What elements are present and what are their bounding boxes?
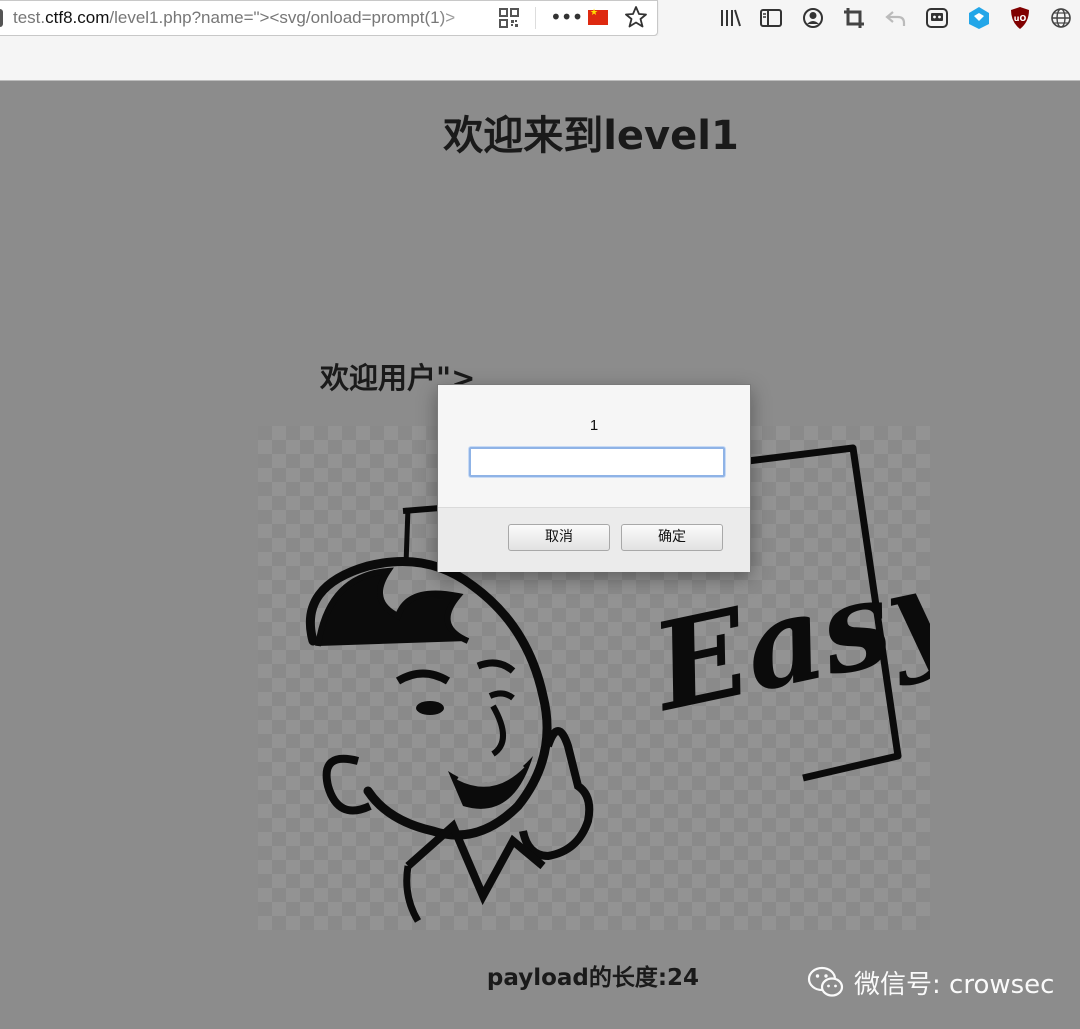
url-text[interactable]: test.ctf8.com/level1.php?name="><svg/onl…	[13, 7, 491, 29]
bookmarks-bar	[0, 36, 1080, 81]
extension-blue-cube-icon[interactable]	[966, 5, 992, 31]
globe-icon[interactable]	[1048, 5, 1074, 31]
url-separator	[535, 7, 536, 29]
extension-face-icon[interactable]	[924, 5, 950, 31]
prompt-message: 1	[589, 417, 599, 434]
crop-screenshot-icon[interactable]	[841, 5, 867, 31]
library-icon[interactable]	[718, 5, 744, 31]
page-title: 欢迎来到level1	[443, 113, 739, 159]
url-fade	[437, 3, 491, 31]
page-actions-icon[interactable]: •••	[550, 6, 583, 30]
undo-icon[interactable]	[883, 5, 909, 31]
sidebar-icon[interactable]	[758, 5, 784, 31]
site-info-icon[interactable]	[0, 9, 3, 27]
address-bar[interactable]: test.ctf8.com/level1.php?name="><svg/onl…	[0, 0, 658, 36]
cancel-button[interactable]: 取消	[508, 524, 610, 551]
ok-button[interactable]: 确定	[621, 524, 723, 551]
bookmark-star-icon[interactable]	[623, 4, 649, 30]
qr-code-icon[interactable]	[498, 7, 520, 29]
wechat-icon	[807, 966, 844, 997]
url-path: /level1.php?name="><svg/onload=prompt(1)…	[109, 8, 456, 27]
svg-text:uO: uO	[1014, 14, 1027, 23]
watermark-text: 微信号: crowsec	[854, 969, 1055, 1000]
url-prefix: test.	[13, 8, 46, 27]
prompt-footer: 取消 确定	[438, 507, 750, 572]
account-icon[interactable]	[800, 5, 826, 31]
browser-toolbar: test.ctf8.com/level1.php?name="><svg/onl…	[0, 0, 1080, 36]
prompt-dialog: 1 取消 确定	[437, 384, 751, 572]
china-flag-icon[interactable]: ★	[588, 8, 608, 25]
prompt-input[interactable]	[469, 447, 725, 477]
url-host: ctf8.com	[45, 8, 110, 27]
ublock-shield-icon[interactable]: uO	[1007, 5, 1033, 31]
wechat-watermark: 微信号: crowsec	[806, 962, 1054, 1002]
